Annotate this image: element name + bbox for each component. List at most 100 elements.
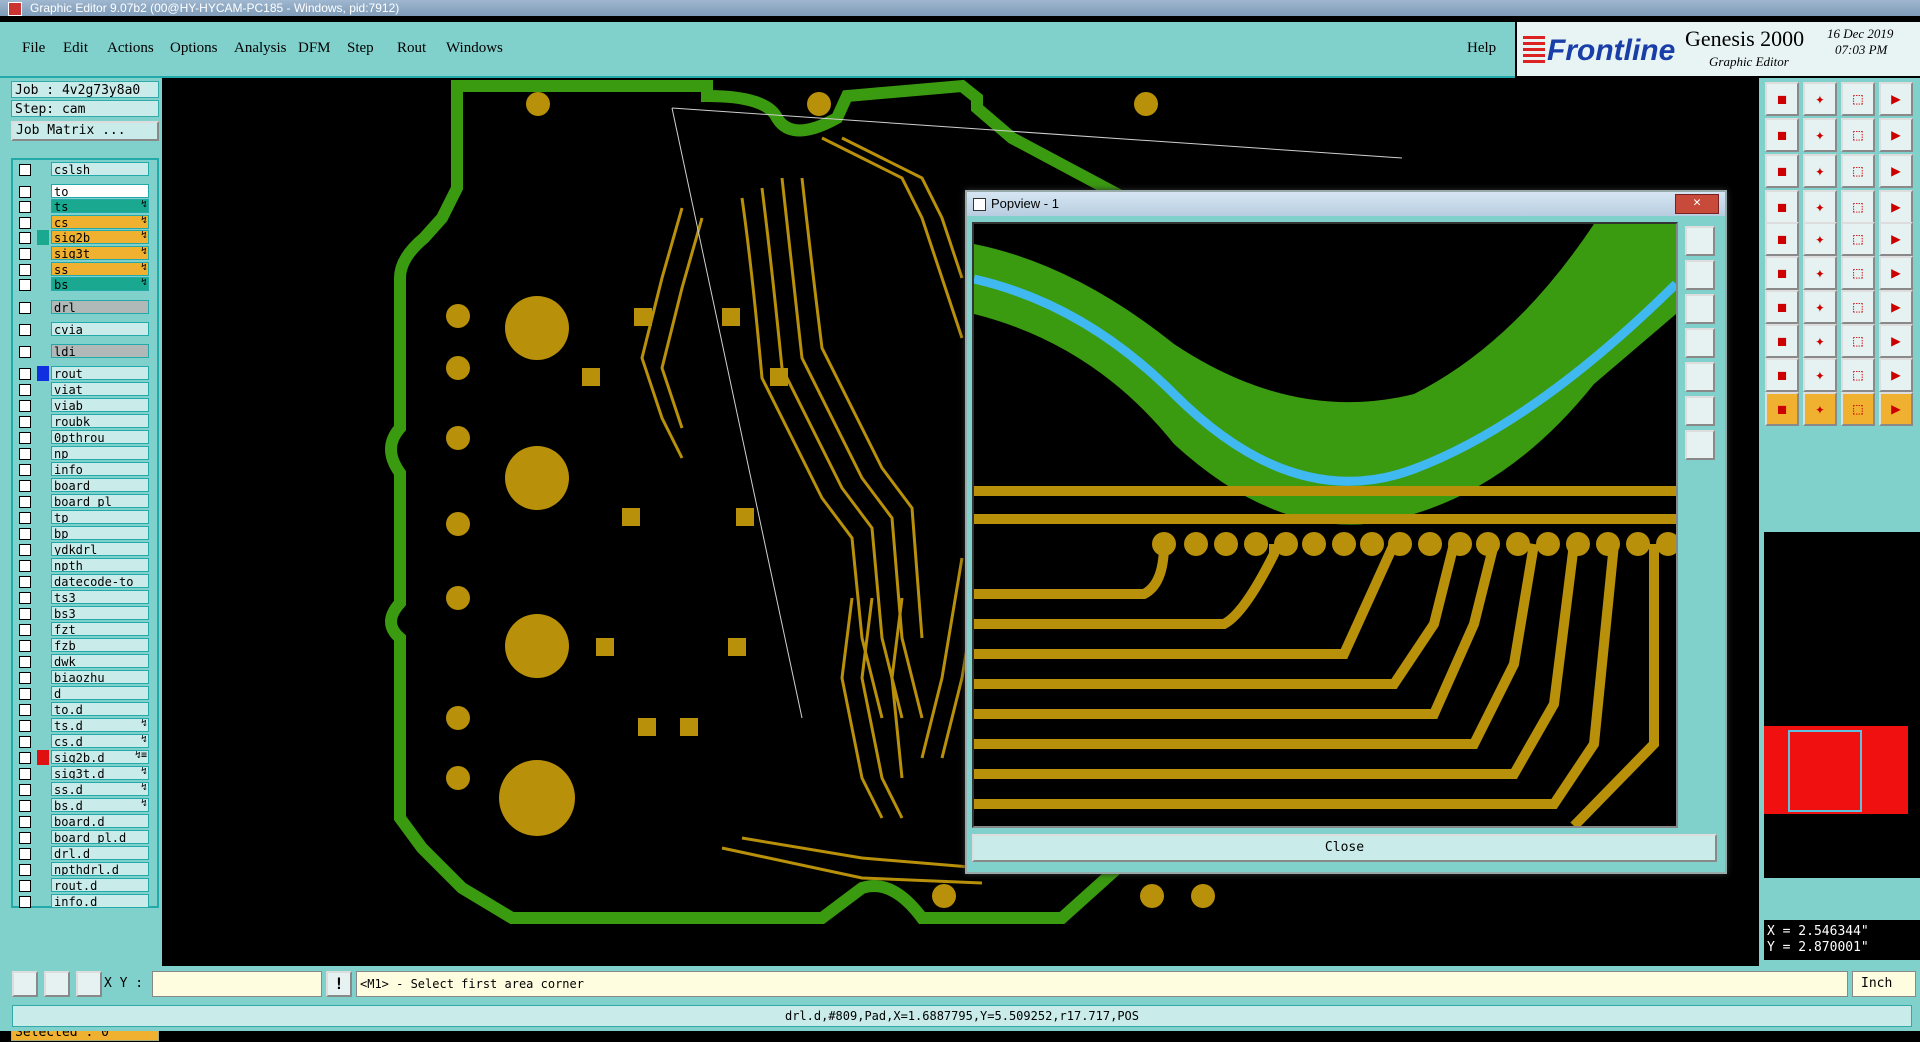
- layer-name[interactable]: ldi: [51, 344, 149, 358]
- layer-checkbox[interactable]: [19, 784, 31, 796]
- select-area-icon[interactable]: ✦: [1803, 392, 1837, 426]
- fit-icon[interactable]: ◼: [1765, 154, 1799, 188]
- layer-name[interactable]: rout: [51, 366, 149, 380]
- layer-name[interactable]: d: [51, 686, 149, 700]
- layer-row-cvia[interactable]: cvia: [15, 322, 155, 337]
- layer-checkbox[interactable]: [19, 248, 31, 260]
- layer-name[interactable]: ydkdrl: [51, 542, 149, 556]
- layer-checkbox[interactable]: [19, 264, 31, 276]
- layer-checkbox[interactable]: [19, 576, 31, 588]
- layer-checkbox[interactable]: [19, 346, 31, 358]
- triangle-icon[interactable]: ◼: [1765, 358, 1799, 392]
- layer-checkbox[interactable]: [19, 496, 31, 508]
- layer-checkbox[interactable]: [19, 368, 31, 380]
- layer-checkbox[interactable]: [19, 528, 31, 540]
- execute-button[interactable]: !: [326, 971, 352, 997]
- layer-name[interactable]: board.d: [51, 814, 149, 828]
- layer-checkbox[interactable]: [19, 480, 31, 492]
- layer-checkbox[interactable]: [19, 704, 31, 716]
- line-icon[interactable]: ◼: [1765, 290, 1799, 324]
- arc-icon[interactable]: ✦: [1803, 290, 1837, 324]
- ruler-icon[interactable]: ⬚: [1841, 222, 1875, 256]
- center-icon[interactable]: ✦: [1803, 154, 1837, 188]
- measure-icon[interactable]: [44, 971, 70, 997]
- layer-row-info[interactable]: info: [15, 462, 155, 477]
- text-icon[interactable]: ▶: [1879, 290, 1913, 324]
- layer-checkbox[interactable]: [19, 232, 31, 244]
- zoom-area-icon[interactable]: [12, 971, 38, 997]
- menu-item-actions[interactable]: Actions: [107, 40, 154, 57]
- layer-row-viat[interactable]: viat: [15, 382, 155, 397]
- layer-row-to.d[interactable]: to.d: [15, 702, 155, 717]
- layer-name[interactable]: cs: [51, 215, 149, 229]
- layer-name[interactable]: fzt: [51, 622, 149, 636]
- layer-row-bs3[interactable]: bs3: [15, 606, 155, 621]
- layer-checkbox[interactable]: [19, 816, 31, 828]
- layer-name[interactable]: cvia: [51, 322, 149, 336]
- layer-checkbox[interactable]: [19, 416, 31, 428]
- zoom-home-icon[interactable]: ◼: [1765, 82, 1799, 116]
- layer-row-npth[interactable]: npth: [15, 558, 155, 573]
- layer-row-ts3[interactable]: ts3: [15, 590, 155, 605]
- layer-name[interactable]: np: [51, 446, 149, 460]
- pan-right-icon[interactable]: ✦: [1803, 118, 1837, 152]
- highlight-icon[interactable]: ▶: [1879, 392, 1913, 426]
- redraw-icon[interactable]: ⬚: [1841, 118, 1875, 152]
- layer-checkbox[interactable]: [19, 279, 31, 291]
- layer-name[interactable]: viab: [51, 398, 149, 412]
- layer-row-dwk[interactable]: dwk: [15, 654, 155, 669]
- layer-name[interactable]: ts: [51, 199, 149, 213]
- layer-name[interactable]: rout.d: [51, 878, 149, 892]
- popview-close-x-button[interactable]: ✕: [1675, 194, 1719, 214]
- layer-row-rout.d[interactable]: rout.d: [15, 878, 155, 893]
- layer-row-bp[interactable]: bp: [15, 526, 155, 541]
- view-down-icon[interactable]: [1685, 294, 1715, 324]
- layer-name[interactable]: drl: [51, 300, 149, 314]
- flip-icon[interactable]: ⬚: [1841, 358, 1875, 392]
- layer-row-d[interactable]: d: [15, 686, 155, 701]
- connect-icon[interactable]: ◼: [1765, 256, 1799, 290]
- layer-row-datecode-to[interactable]: datecode-to: [15, 574, 155, 589]
- layer-checkbox[interactable]: [19, 186, 31, 198]
- select-icon[interactable]: ◼: [1765, 222, 1799, 256]
- layer-name[interactable]: datecode-to: [51, 574, 149, 588]
- layer-checkbox[interactable]: [19, 672, 31, 684]
- layer-checkbox[interactable]: [19, 201, 31, 213]
- job-matrix-button[interactable]: Job Matrix ...: [11, 121, 159, 141]
- layer-name[interactable]: board_pl.d: [51, 830, 149, 844]
- menu-item-step[interactable]: Step: [347, 40, 374, 57]
- layer-row-board_pl[interactable]: board_pl: [15, 494, 155, 509]
- layer-checkbox[interactable]: [19, 448, 31, 460]
- grid-icon[interactable]: [76, 971, 102, 997]
- measure-icon[interactable]: ✦: [1803, 190, 1837, 224]
- layer-checkbox[interactable]: [19, 640, 31, 652]
- layer-name[interactable]: sig3t: [51, 246, 149, 260]
- layer-row-cslsh[interactable]: cslsh: [15, 162, 155, 177]
- layer-checkbox[interactable]: [19, 302, 31, 314]
- layer-row-ts[interactable]: ts ↯: [15, 199, 155, 214]
- layer-name[interactable]: board: [51, 478, 149, 492]
- layer-row-npthdrl.d[interactable]: npthdrl.d: [15, 862, 155, 877]
- zoom-in-icon[interactable]: ✦: [1803, 82, 1837, 116]
- menu-item-help[interactable]: Help: [1467, 40, 1496, 57]
- mirror-icon[interactable]: ▶: [1879, 358, 1913, 392]
- layer-checkbox[interactable]: [19, 624, 31, 636]
- move-icon[interactable]: ◼: [1765, 324, 1799, 358]
- pan-left-icon[interactable]: ◼: [1765, 118, 1799, 152]
- menu-item-analysis[interactable]: Analysis: [234, 40, 287, 57]
- layer-row-board[interactable]: board: [15, 478, 155, 493]
- layer-checkbox[interactable]: [19, 324, 31, 336]
- layer-row-sig3t[interactable]: sig3t ↯: [15, 246, 155, 261]
- layer-row-drl[interactable]: drl: [15, 300, 155, 315]
- layer-checkbox[interactable]: [19, 400, 31, 412]
- layer-checkbox[interactable]: [19, 720, 31, 732]
- cross-icon[interactable]: ✦: [1803, 256, 1837, 290]
- layer-checkbox[interactable]: [19, 864, 31, 876]
- layer-name[interactable]: tp: [51, 510, 149, 524]
- layer-checkbox[interactable]: [19, 848, 31, 860]
- layer-row-sig3t.d[interactable]: sig3t.d ↯: [15, 766, 155, 781]
- menu-item-options[interactable]: Options: [170, 40, 218, 57]
- layer-checkbox[interactable]: [19, 464, 31, 476]
- layer-row-ydkdrl[interactable]: ydkdrl: [15, 542, 155, 557]
- layer-row-board.d[interactable]: board.d: [15, 814, 155, 829]
